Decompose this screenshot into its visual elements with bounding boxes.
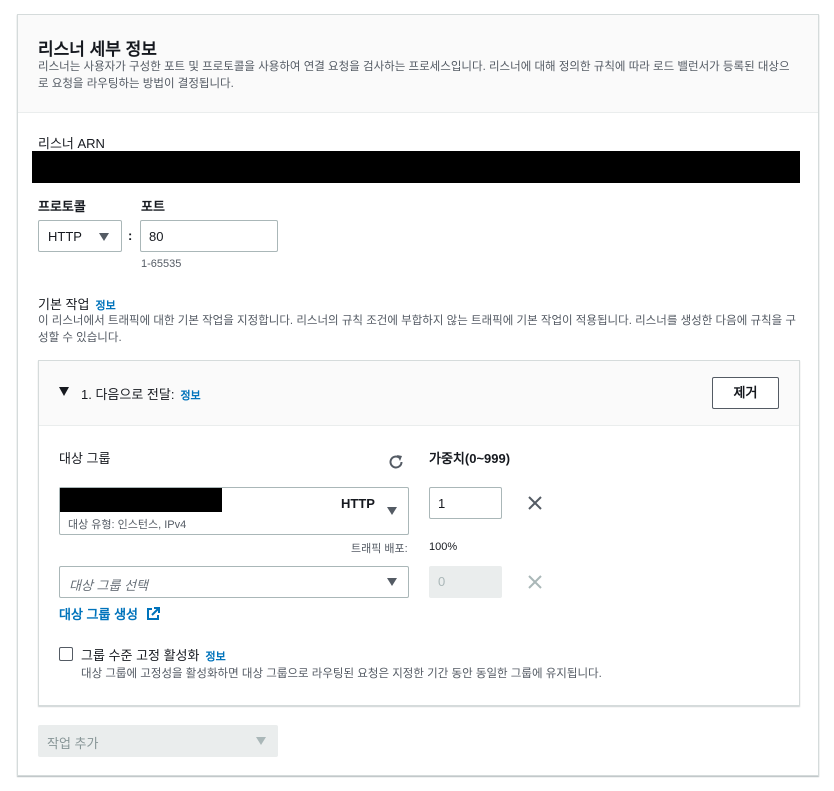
caret-down-icon (387, 507, 397, 515)
stickiness-label: 그룹 수준 고정 활성화 (81, 648, 200, 663)
port-input[interactable]: 80 (140, 220, 278, 252)
target-group-name-redacted (60, 488, 222, 512)
port-separator: : (128, 228, 133, 243)
weight-value-1: 1 (438, 496, 446, 511)
remove-button[interactable]: 제거 (712, 377, 779, 409)
arn-label: 리스너 ARN (38, 136, 105, 151)
target-group-select-2[interactable]: 대상 그룹 선택 (59, 566, 409, 598)
caret-down-icon (256, 737, 266, 745)
panel-description: 리스너는 사용자가 구성한 포트 및 프로토콜을 사용하여 연결 요청을 검사하… (38, 61, 790, 90)
protocol-value: HTTP (48, 229, 82, 244)
caret-down-icon (387, 578, 397, 586)
weight-input-2[interactable]: 0 (429, 566, 502, 598)
stickiness-checkbox[interactable] (59, 647, 73, 661)
default-action-label: 기본 작업 (38, 297, 90, 312)
weight-input-1[interactable]: 1 (429, 487, 502, 519)
target-group-type: 대상 유형: 인스턴스, IPv4 (68, 519, 187, 531)
create-target-group-link[interactable]: 대상 그룹 생성 (59, 604, 160, 623)
target-group-placeholder: 대상 그룹 선택 (69, 578, 148, 593)
target-group-label: 대상 그룹 (59, 451, 111, 466)
caret-down-icon (99, 233, 109, 241)
port-label: 포트 (141, 199, 165, 214)
panel-title: 리스너 세부 정보 (38, 40, 157, 59)
add-action-label: 작업 추가 (47, 736, 99, 751)
forward-action-info-link[interactable]: 정보 (180, 390, 200, 402)
stickiness-info-link[interactable]: 정보 (205, 651, 225, 663)
triangle-down-icon[interactable] (59, 387, 69, 396)
external-link-icon (146, 607, 160, 620)
port-value: 80 (149, 229, 164, 244)
refresh-icon[interactable] (387, 453, 405, 471)
listener-details-panel: 리스너 세부 정보 리스너는 사용자가 구성한 포트 및 프로토콜을 사용하여 … (17, 14, 819, 776)
stickiness-label-wrap: 그룹 수준 고정 활성화 정보 (81, 645, 226, 664)
close-icon[interactable] (527, 495, 543, 511)
close-icon[interactable] (527, 574, 543, 590)
target-group-protocol: HTTP (341, 496, 375, 511)
traffic-distribution-value: 100% (429, 541, 458, 553)
default-action-description: 이 리스너에서 트래픽에 대한 기본 작업을 지정합니다. 리스너의 규칙 조건… (38, 315, 796, 344)
arn-value-redacted (32, 151, 800, 183)
panel-header: 리스너 세부 정보 리스너는 사용자가 구성한 포트 및 프로토콜을 사용하여 … (18, 15, 818, 113)
stickiness-description: 대상 그룹에 고정성을 활성화하면 대상 그룹으로 라우팅된 요청은 지정한 기… (81, 668, 602, 680)
protocol-label: 프로토콜 (38, 199, 86, 214)
default-action-info-link[interactable]: 정보 (95, 300, 115, 312)
add-action-dropdown[interactable]: 작업 추가 (38, 725, 278, 757)
target-group-select-1[interactable]: HTTP 대상 유형: 인스턴스, IPv4 (59, 487, 409, 535)
forward-action-title-wrap: 1. 다음으로 전달: 정보 (81, 384, 201, 403)
forward-action-title: 1. 다음으로 전달: (81, 387, 175, 402)
forward-action-header: 1. 다음으로 전달: 정보 제거 (39, 361, 799, 426)
weight-value-2: 0 (438, 574, 446, 589)
forward-action-panel: 1. 다음으로 전달: 정보 제거 대상 그룹 가중치(0~999) HTTP 대… (38, 360, 800, 706)
port-hint: 1-65535 (141, 258, 182, 270)
create-target-group-label: 대상 그룹 생성 (59, 607, 138, 622)
protocol-select[interactable]: HTTP (38, 220, 122, 252)
traffic-distribution-label: 트래픽 배포: (351, 543, 408, 555)
weight-label: 가중치(0~999) (429, 451, 511, 466)
default-action-heading: 기본 작업 정보 (38, 294, 116, 313)
